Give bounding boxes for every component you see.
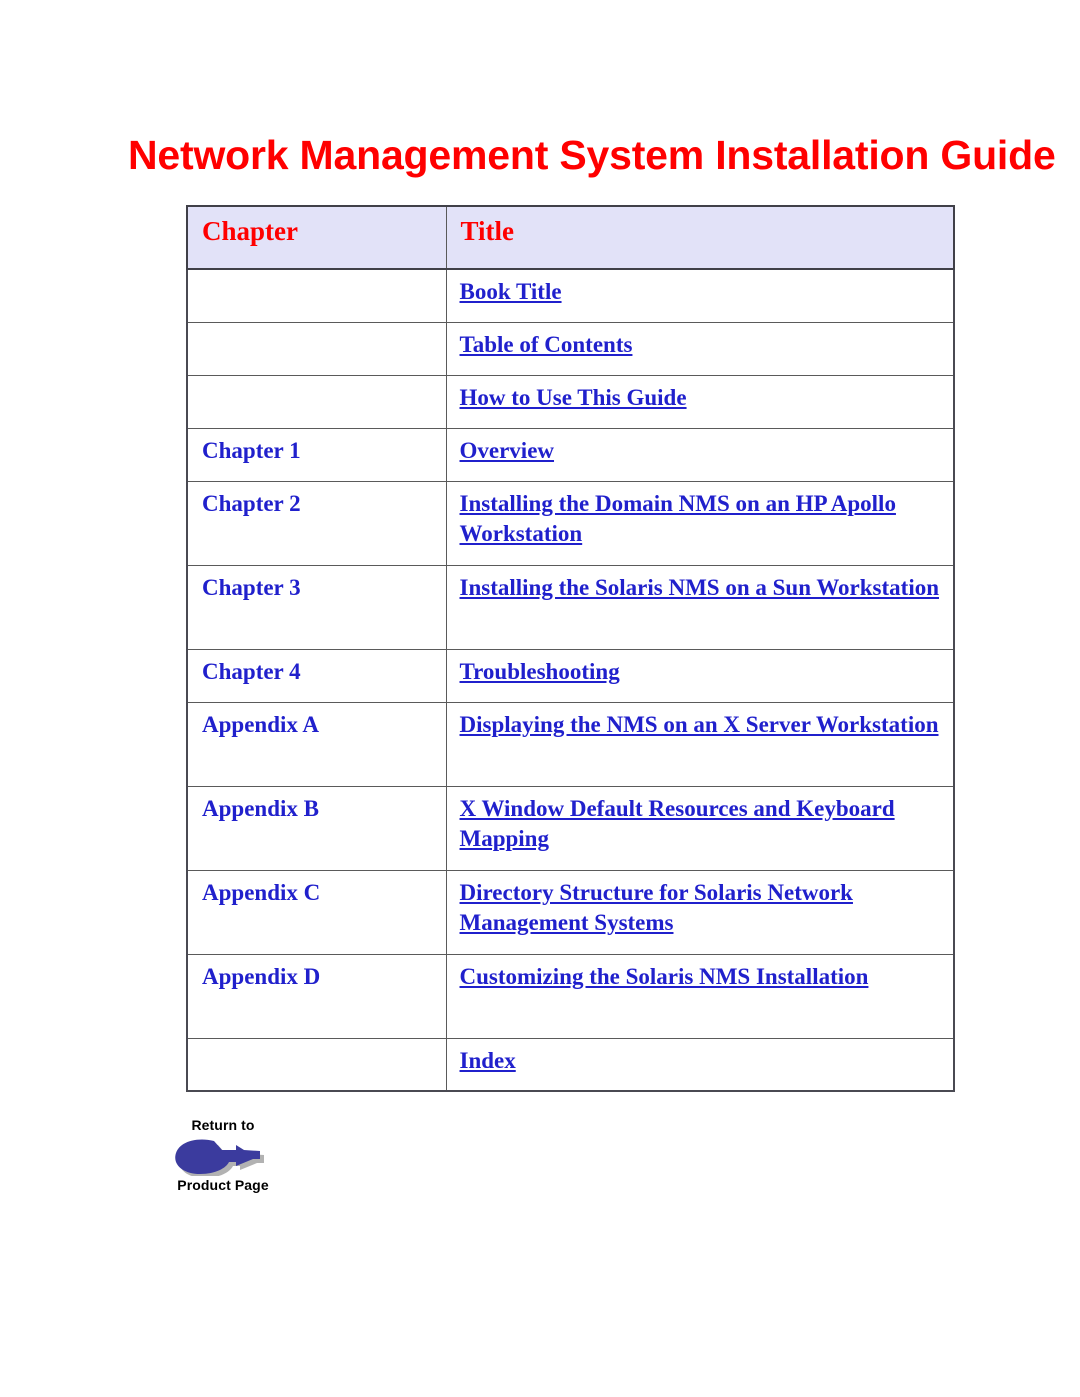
toc-link[interactable]: Book Title	[460, 279, 562, 304]
toc-link[interactable]: Customizing the Solaris NMS Installation	[460, 964, 869, 989]
table-row: Index	[186, 1037, 955, 1092]
toc-link[interactable]: Installing the Domain NMS on an HP Apoll…	[460, 491, 896, 546]
table-row: Table of Contents	[186, 321, 955, 376]
chapter-label: Appendix A	[202, 711, 319, 737]
chapter-label: Chapter 4	[202, 658, 301, 684]
table-row: Chapter 3 Installing the Solaris NMS on a…	[186, 564, 955, 650]
chapter-label: Chapter 3	[202, 574, 301, 600]
chapter-label: Chapter 2	[202, 490, 301, 516]
table-cell-chapter: Chapter 2	[186, 480, 447, 566]
table-cell-chapter: Chapter 3	[186, 564, 447, 650]
table-row: Chapter 1 Overview	[186, 427, 955, 482]
column-header-title-label: Title	[460, 216, 515, 246]
table-cell-title: Displaying the NMS on an X Server Workst…	[445, 701, 955, 787]
table-cell-title: Directory Structure for Solaris Network …	[445, 869, 955, 955]
return-button-line2: Product Page	[177, 1177, 269, 1193]
table-cell-chapter	[186, 321, 447, 376]
table-cell-title: Table of Contents	[445, 321, 955, 376]
toc-link[interactable]: Index	[460, 1048, 516, 1073]
column-header-title: Title	[445, 205, 955, 270]
table-row: Appendix C Directory Structure for Solari…	[186, 869, 955, 955]
toc-link[interactable]: Directory Structure for Solaris Network …	[460, 880, 853, 935]
table-cell-title: X Window Default Resources and Keyboard …	[445, 785, 955, 871]
toc-link[interactable]: Troubleshooting	[460, 659, 620, 684]
table-cell-chapter: Appendix A	[186, 701, 447, 787]
chapter-label: Appendix B	[202, 795, 319, 821]
toc-link[interactable]: Displaying the NMS on an X Server Workst…	[460, 712, 939, 737]
column-header-chapter-label: Chapter	[202, 216, 298, 246]
toc-link[interactable]: Overview	[460, 438, 555, 463]
table-cell-title: Installing the Domain NMS on an HP Apoll…	[445, 480, 955, 566]
table-row: Book Title	[186, 268, 955, 323]
table-cell-chapter	[186, 374, 447, 429]
page-title: Network Management System Installation G…	[128, 132, 1056, 178]
table-cell-title: Index	[445, 1037, 955, 1092]
table-row: Appendix D Customizing the Solaris NMS In…	[186, 953, 955, 1039]
table-cell-title: Troubleshooting	[445, 648, 955, 703]
table-cell-chapter: Chapter 1	[186, 427, 447, 482]
table-cell-chapter	[186, 268, 447, 323]
table-cell-title: Customizing the Solaris NMS Installation	[445, 953, 955, 1039]
toc-link[interactable]: Table of Contents	[460, 332, 633, 357]
table-cell-title: Book Title	[445, 268, 955, 323]
table-header-row: Chapter Title	[186, 205, 955, 270]
toc-link[interactable]: Installing the Solaris NMS on a Sun Work…	[460, 575, 940, 600]
table-cell-chapter	[186, 1037, 447, 1092]
table-cell-chapter: Appendix B	[186, 785, 447, 871]
pointing-hand-icon	[175, 1139, 264, 1176]
table-cell-chapter: Appendix C	[186, 869, 447, 955]
table-row: Appendix A Displaying the NMS on an X Ser…	[186, 701, 955, 787]
table-cell-chapter: Chapter 4	[186, 648, 447, 703]
table-row: Appendix B X Window Default Resources and…	[186, 785, 955, 871]
chapter-label: Appendix D	[202, 963, 321, 989]
return-to-product-page-button[interactable]: Return to Product Page	[158, 1117, 288, 1193]
table-cell-title: How to Use This Guide	[445, 374, 955, 429]
table-cell-chapter: Appendix D	[186, 953, 447, 1039]
toc-link[interactable]: X Window Default Resources and Keyboard …	[460, 796, 895, 851]
table-cell-title: Installing the Solaris NMS on a Sun Work…	[445, 564, 955, 650]
column-header-chapter: Chapter	[186, 205, 447, 270]
return-button-line1: Return to	[191, 1117, 255, 1133]
chapter-label: Chapter 1	[202, 437, 301, 463]
table-row: How to Use This Guide	[186, 374, 955, 429]
table-row: Chapter 2 Installing the Domain NMS on an…	[186, 480, 955, 566]
toc-link[interactable]: How to Use This Guide	[460, 385, 687, 410]
table-cell-title: Overview	[445, 427, 955, 482]
chapter-label: Appendix C	[202, 879, 321, 905]
table-row: Chapter 4 Troubleshooting	[186, 648, 955, 703]
table-of-contents-table: Chapter Title Book Title Table of Content…	[186, 205, 955, 1092]
